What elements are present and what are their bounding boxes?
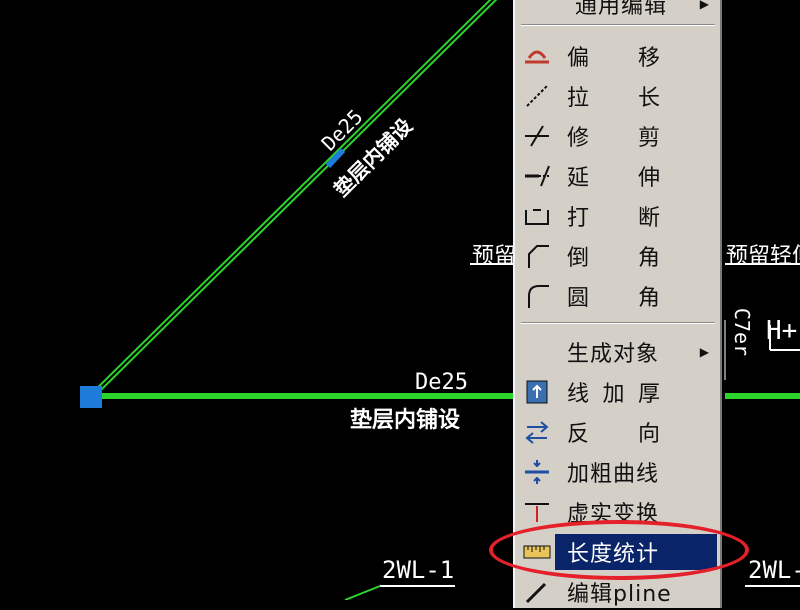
edit-pline-label: 编辑pline — [567, 582, 672, 607]
fillet-icon — [519, 278, 555, 314]
menu-item-bold-curve[interactable]: 加粗曲线 — [519, 454, 717, 490]
menu-item-chamfer[interactable]: 倒角 — [519, 238, 717, 274]
submenu-arrow-icon: ▶ — [699, 0, 709, 11]
menu-item-generate-objects[interactable]: 生成对象 ▶ — [519, 334, 717, 370]
bold-curve-label: 加粗曲线 — [567, 462, 660, 487]
menu-item-reverse[interactable]: 反向 — [519, 414, 717, 450]
horiz-laying-label: 垫层内铺设 — [350, 408, 461, 433]
menu-item-offset[interactable]: 偏移 — [519, 38, 717, 74]
edit-pline-icon — [519, 574, 555, 610]
menu-separator — [521, 24, 715, 26]
red-highlight-ellipse — [489, 520, 749, 580]
trim-icon — [519, 118, 555, 154]
thicken-line-icon — [519, 374, 555, 410]
menu-separator — [521, 322, 715, 324]
edit-context-menu: 通用编辑 ▶ 偏移 拉长 修剪 延伸 打断 倒角 圆 角 生成对象 ▶ 线 加 … — [513, 0, 722, 608]
menu-item-extend[interactable]: 延伸 — [519, 158, 717, 194]
left-precast-label: 预留 — [472, 244, 517, 269]
right-vertical-label: C7er — [730, 307, 755, 357]
extend-icon — [519, 158, 555, 194]
horiz-pipe-size-label: De25 — [415, 370, 468, 395]
submenu-arrow-icon: ▶ — [699, 345, 709, 359]
reverse-icon — [519, 414, 555, 450]
offset-icon — [519, 38, 555, 74]
stretch-icon — [519, 78, 555, 114]
pipe-node-marker[interactable] — [80, 386, 102, 408]
right-precast-label: 预留轻便 — [726, 244, 800, 269]
general-edit-label: 通用编辑 — [575, 0, 668, 19]
menu-item-break[interactable]: 打断 — [519, 198, 717, 234]
menu-item-thicken-line[interactable]: 线加厚 — [519, 374, 717, 410]
chamfer-icon — [519, 238, 555, 274]
generate-objects-label: 生成对象 — [567, 342, 660, 367]
right-h-label: H+ — [766, 316, 798, 346]
bottom-right-wire-label: 2WL-3 — [748, 556, 800, 584]
menu-item-general-edit[interactable]: 通用编辑 ▶ — [519, 0, 717, 22]
menu-item-trim[interactable]: 修剪 — [519, 118, 717, 154]
break-icon — [519, 198, 555, 234]
bottom-left-wire-label: 2WL-1 — [382, 556, 455, 584]
menu-item-fillet[interactable]: 圆角 — [519, 278, 717, 314]
bold-curve-icon — [519, 454, 555, 490]
menu-item-stretch[interactable]: 拉长 — [519, 78, 717, 114]
